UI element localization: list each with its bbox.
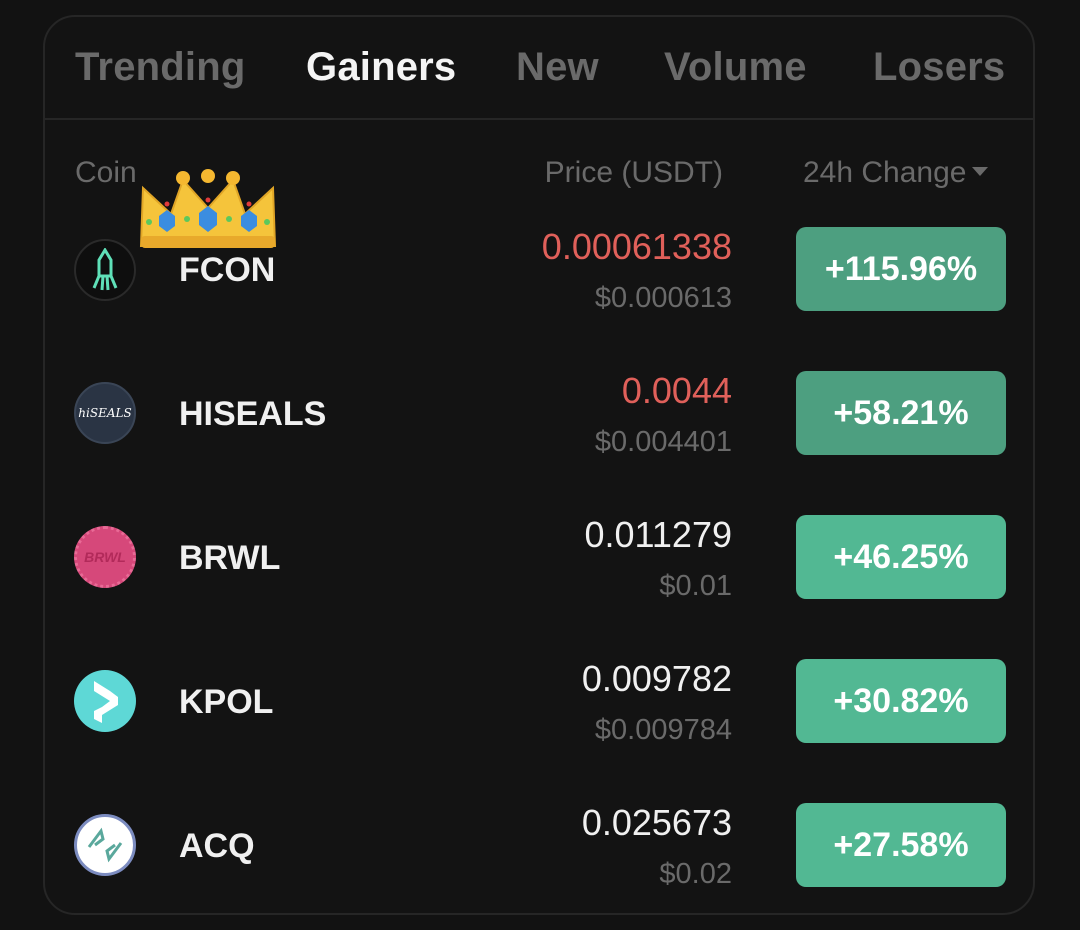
coin-price-usd: $0.01	[659, 570, 732, 602]
coin-row-hiseals[interactable]: hiSEALS HISEALS 0.0044 $0.004401 +58.21%	[0, 354, 1080, 498]
acq-glyph	[87, 827, 123, 863]
change-badge[interactable]: +58.21%	[796, 371, 1006, 455]
coin-symbol: BRWL	[179, 539, 281, 577]
tab-trending[interactable]: Trending	[75, 45, 246, 90]
rocket-glyph	[92, 248, 118, 291]
tab-divider	[45, 118, 1033, 120]
kpol-glyph	[94, 681, 118, 723]
coin-row-acq[interactable]: ACQ 0.025673 $0.02 +27.58%	[0, 786, 1080, 930]
logo-text: hiSEALS	[78, 406, 132, 420]
tab-volume[interactable]: Volume	[664, 45, 807, 90]
coin-price-usd: $0.000613	[594, 282, 732, 314]
coin-price-usd: $0.004401	[594, 426, 732, 458]
column-header-change[interactable]: 24h Change	[803, 156, 989, 190]
kpol-logo-icon	[74, 670, 136, 732]
tab-bar: Trending Gainers New Volume Losers	[45, 17, 1033, 120]
change-badge[interactable]: +30.82%	[796, 659, 1006, 743]
column-header-price: Price (USDT)	[544, 156, 723, 189]
tab-new[interactable]: New	[516, 45, 599, 90]
coin-price: 0.011279	[584, 514, 732, 555]
crown-icon	[139, 169, 277, 248]
caret-down-icon	[972, 166, 989, 176]
tab-gainers[interactable]: Gainers	[306, 45, 456, 90]
change-badge[interactable]: +27.58%	[796, 803, 1006, 887]
column-header-coin: Coin	[75, 156, 137, 189]
coin-price: 0.025673	[581, 802, 732, 843]
coin-price: 0.0044	[621, 370, 732, 411]
hiseals-logo-icon: hiSEALS	[74, 382, 136, 444]
coin-price: 0.00061338	[541, 226, 732, 267]
acq-logo-icon	[74, 814, 136, 876]
change-badge[interactable]: +46.25%	[796, 515, 1006, 599]
logo-text: BRWL	[84, 549, 126, 565]
brwl-coin-icon: BRWL	[74, 526, 136, 588]
coin-row-brwl[interactable]: BRWL BRWL 0.011279 $0.01 +46.25%	[0, 498, 1080, 642]
tab-losers[interactable]: Losers	[873, 45, 1005, 90]
coin-price-usd: $0.02	[659, 858, 732, 890]
rocket-icon	[74, 239, 136, 301]
coin-symbol: KPOL	[179, 683, 274, 721]
column-header-change-label: 24h Change	[803, 156, 967, 189]
coin-row-kpol[interactable]: KPOL 0.009782 $0.009784 +30.82%	[0, 642, 1080, 786]
coin-price-usd: $0.009784	[594, 714, 732, 746]
coin-symbol: HISEALS	[179, 395, 327, 433]
coin-symbol: ACQ	[179, 827, 255, 865]
change-badge[interactable]: +115.96%	[796, 227, 1006, 311]
coin-symbol: FCON	[179, 251, 276, 289]
coin-price: 0.009782	[581, 658, 732, 699]
